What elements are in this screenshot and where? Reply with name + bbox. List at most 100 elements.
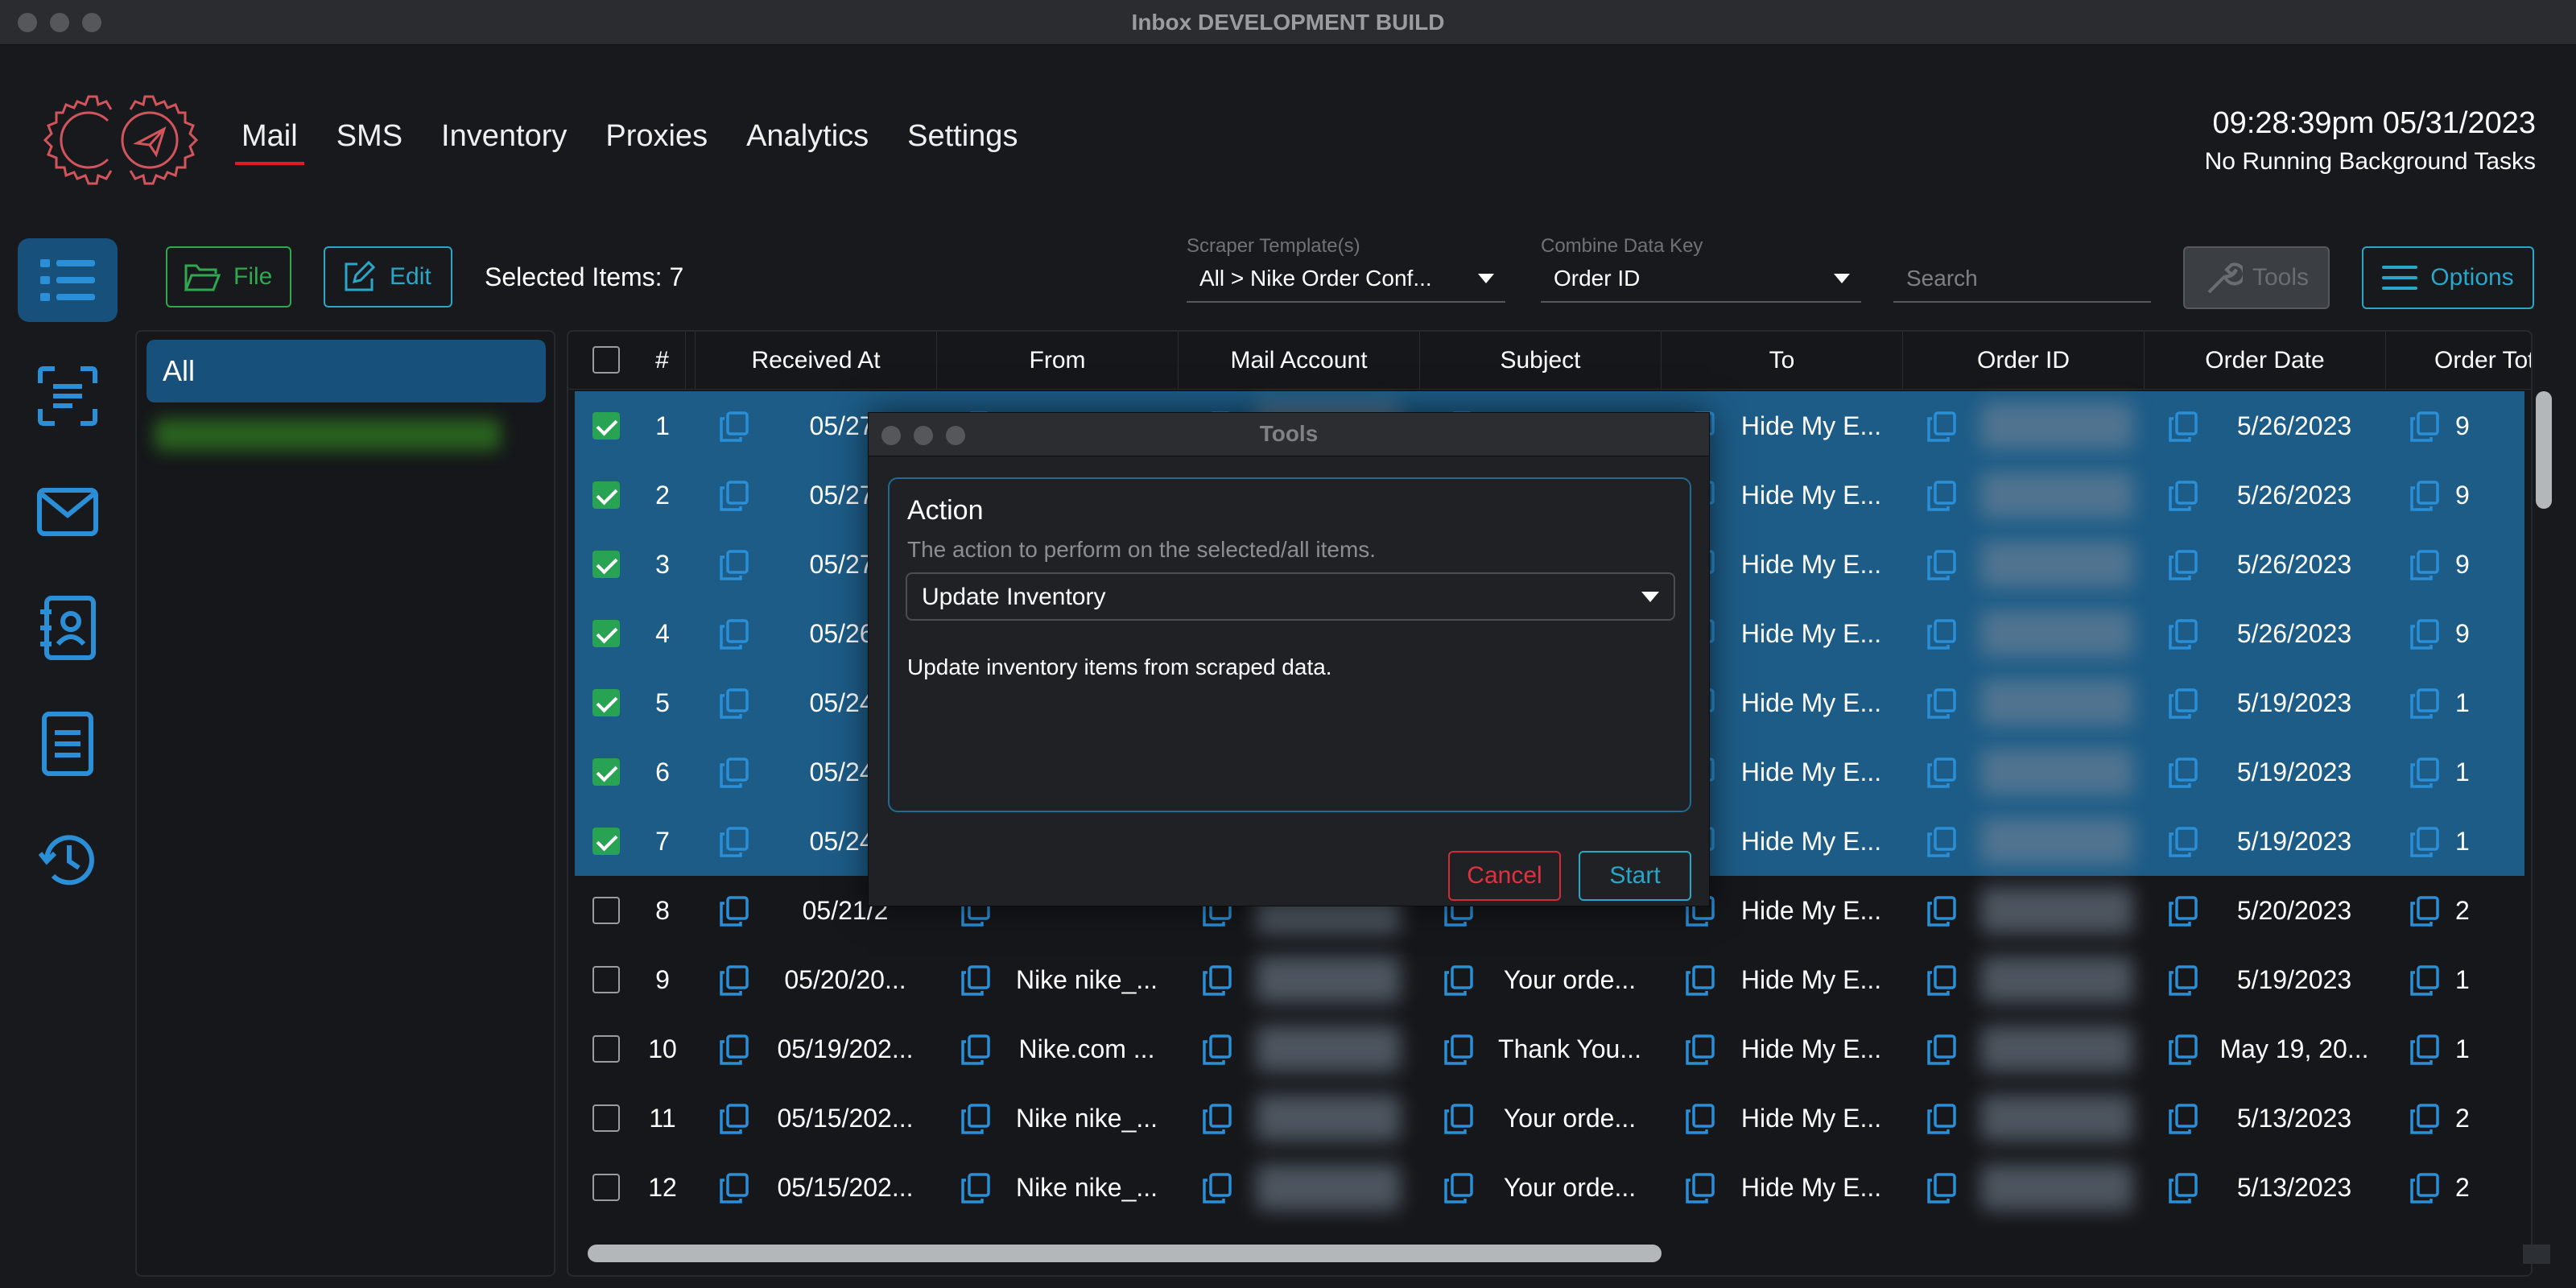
copy-icon[interactable]: [2409, 480, 2441, 512]
horizontal-scrollbar[interactable]: [588, 1245, 1662, 1262]
copy-icon[interactable]: [2409, 618, 2441, 650]
column-header-number[interactable]: #: [630, 332, 696, 390]
column-header-to[interactable]: To: [1662, 332, 1903, 390]
copy-icon[interactable]: [718, 895, 750, 927]
copy-icon[interactable]: [1926, 895, 1958, 927]
copy-icon[interactable]: [1684, 1103, 1716, 1135]
row-checkbox[interactable]: [592, 828, 620, 855]
edit-button[interactable]: Edit: [324, 246, 452, 308]
copy-icon[interactable]: [2167, 757, 2199, 789]
copy-icon[interactable]: [2409, 411, 2441, 443]
copy-icon[interactable]: [1926, 1103, 1958, 1135]
sidebar-mail-button[interactable]: [18, 470, 118, 554]
copy-icon[interactable]: [1926, 826, 1958, 858]
copy-icon[interactable]: [2167, 964, 2199, 997]
copy-icon[interactable]: [2167, 1103, 2199, 1135]
row-checkbox[interactable]: [592, 412, 620, 440]
row-checkbox[interactable]: [592, 966, 620, 993]
copy-icon[interactable]: [2409, 826, 2441, 858]
column-header-subject[interactable]: Subject: [1420, 332, 1662, 390]
copy-icon[interactable]: [1443, 1103, 1475, 1135]
copy-icon[interactable]: [2167, 411, 2199, 443]
copy-icon[interactable]: [1926, 618, 1958, 650]
row-checkbox[interactable]: [592, 1174, 620, 1201]
copy-icon[interactable]: [718, 826, 750, 858]
copy-icon[interactable]: [2409, 1034, 2441, 1066]
table-row[interactable]: 10 05/19/202... Nike.com ... Thank You... Hi…: [575, 1014, 2524, 1084]
vertical-scrollbar[interactable]: [2536, 391, 2552, 509]
copy-icon[interactable]: [1926, 1034, 1958, 1066]
action-select[interactable]: Update Inventory: [906, 572, 1675, 621]
copy-icon[interactable]: [1926, 411, 1958, 443]
copy-icon[interactable]: [1684, 1034, 1716, 1066]
copy-icon[interactable]: [1443, 1172, 1475, 1204]
cancel-button[interactable]: Cancel: [1448, 851, 1561, 901]
copy-icon[interactable]: [718, 480, 750, 512]
select-all-checkbox[interactable]: [592, 346, 620, 374]
copy-icon[interactable]: [960, 1172, 992, 1204]
table-row[interactable]: 9 05/20/20... Nike nike_... Your orde... Hid…: [575, 945, 2524, 1014]
copy-icon[interactable]: [1201, 1172, 1233, 1204]
row-checkbox[interactable]: [592, 1104, 620, 1132]
sidebar-contacts-button[interactable]: [18, 586, 118, 670]
copy-icon[interactable]: [2167, 895, 2199, 927]
copy-icon[interactable]: [2409, 895, 2441, 927]
copy-icon[interactable]: [1201, 964, 1233, 997]
copy-icon[interactable]: [718, 757, 750, 789]
copy-icon[interactable]: [1926, 687, 1958, 720]
search-input[interactable]: Search: [1893, 258, 2151, 303]
copy-icon[interactable]: [2167, 549, 2199, 581]
copy-icon[interactable]: [2409, 757, 2441, 789]
row-checkbox[interactable]: [592, 620, 620, 647]
nav-proxies[interactable]: Proxies: [605, 119, 708, 160]
copy-icon[interactable]: [1201, 1034, 1233, 1066]
copy-icon[interactable]: [2167, 618, 2199, 650]
copy-icon[interactable]: [718, 549, 750, 581]
column-header-from[interactable]: From: [937, 332, 1179, 390]
start-button[interactable]: Start: [1579, 851, 1691, 901]
nav-mail[interactable]: Mail: [235, 119, 304, 165]
copy-icon[interactable]: [1926, 757, 1958, 789]
column-header-order-total[interactable]: Order Tota: [2386, 332, 2531, 390]
copy-icon[interactable]: [2167, 480, 2199, 512]
folder-all[interactable]: All: [147, 340, 546, 402]
table-row[interactable]: 12 05/15/202... Nike nike_... Your orde... H…: [575, 1153, 2524, 1222]
copy-icon[interactable]: [2409, 964, 2441, 997]
copy-icon[interactable]: [718, 687, 750, 720]
options-button[interactable]: Options: [2362, 246, 2534, 309]
copy-icon[interactable]: [2167, 826, 2199, 858]
column-header-received-at[interactable]: Received At: [696, 332, 937, 390]
sidebar-history-button[interactable]: [18, 818, 118, 902]
row-checkbox[interactable]: [592, 758, 620, 786]
row-checkbox[interactable]: [592, 1035, 620, 1063]
table-row[interactable]: 11 05/15/202... Nike nike_... Your orde... H…: [575, 1084, 2524, 1153]
copy-icon[interactable]: [2167, 687, 2199, 720]
copy-icon[interactable]: [960, 964, 992, 997]
sidebar-document-button[interactable]: [18, 702, 118, 786]
column-header-order-id[interactable]: Order ID: [1903, 332, 2145, 390]
combine-data-key-select[interactable]: Order ID: [1541, 258, 1861, 303]
folder-item-redacted[interactable]: [155, 419, 501, 451]
tools-button[interactable]: Tools: [2183, 246, 2330, 309]
copy-icon[interactable]: [1926, 1172, 1958, 1204]
row-checkbox[interactable]: [592, 481, 620, 509]
copy-icon[interactable]: [718, 1034, 750, 1066]
copy-icon[interactable]: [960, 1034, 992, 1066]
copy-icon[interactable]: [1684, 1172, 1716, 1204]
copy-icon[interactable]: [718, 964, 750, 997]
nav-sms[interactable]: SMS: [336, 119, 402, 160]
copy-icon[interactable]: [1684, 964, 1716, 997]
copy-icon[interactable]: [718, 1172, 750, 1204]
sidebar-scan-button[interactable]: [18, 354, 118, 438]
nav-analytics[interactable]: Analytics: [746, 119, 869, 160]
copy-icon[interactable]: [718, 618, 750, 650]
copy-icon[interactable]: [2409, 1172, 2441, 1204]
copy-icon[interactable]: [1926, 549, 1958, 581]
file-button[interactable]: File: [166, 246, 291, 308]
copy-icon[interactable]: [1201, 1103, 1233, 1135]
copy-icon[interactable]: [2409, 549, 2441, 581]
copy-icon[interactable]: [2409, 687, 2441, 720]
copy-icon[interactable]: [2167, 1034, 2199, 1066]
copy-icon[interactable]: [718, 411, 750, 443]
column-header-mail-account[interactable]: Mail Account: [1179, 332, 1420, 390]
